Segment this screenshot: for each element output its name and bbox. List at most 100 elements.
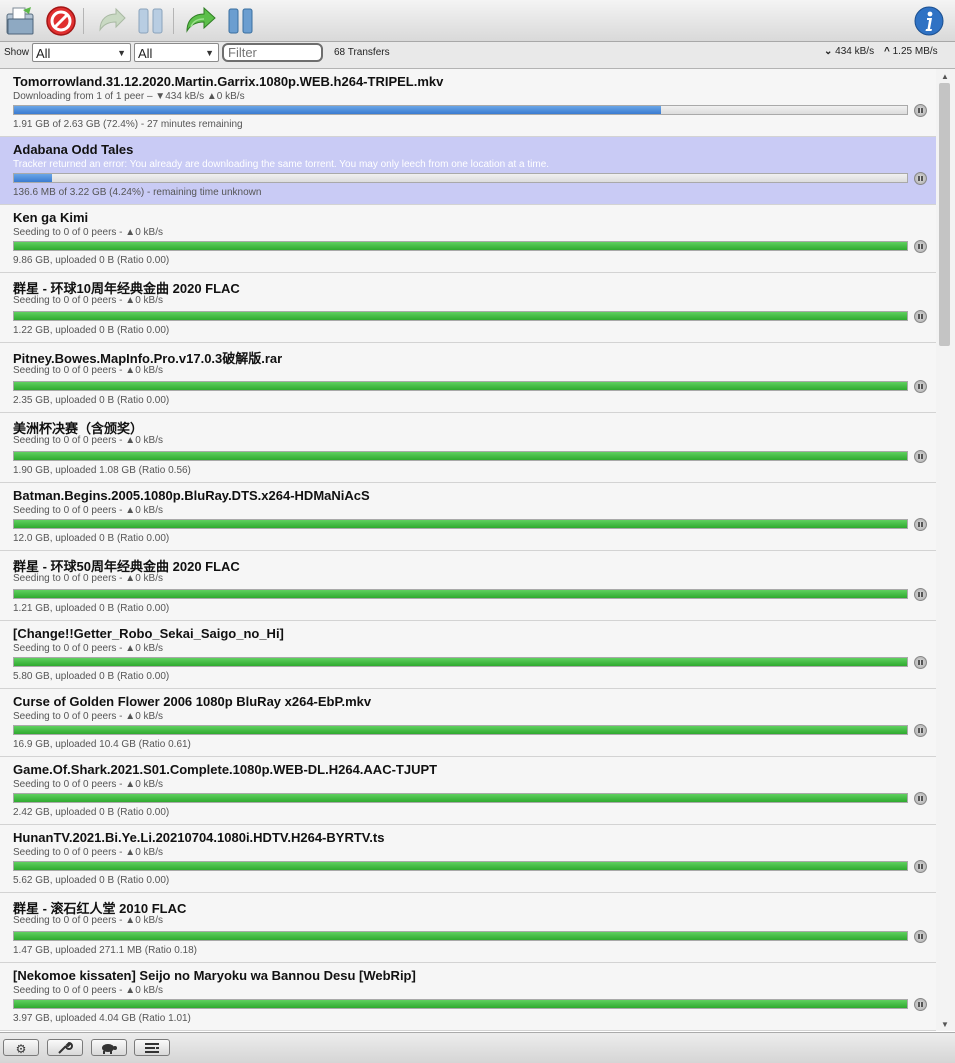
- torrent-row[interactable]: Batman.Begins.2005.1080p.BluRay.DTS.x264…: [0, 483, 936, 551]
- list-scrollbar[interactable]: ▲ ▼: [936, 69, 955, 1031]
- chevron-down-icon: ▼: [205, 48, 214, 58]
- status-filter-select[interactable]: All ▼: [32, 43, 131, 62]
- pause-all-button[interactable]: [224, 4, 258, 38]
- toolbar-separator: [173, 8, 174, 34]
- torrent-progress-text: 2.42 GB, uploaded 0 B (Ratio 0.00): [13, 807, 170, 818]
- torrent-progress-text: 5.62 GB, uploaded 0 B (Ratio 0.00): [13, 875, 170, 886]
- torrent-row[interactable]: 群星 - 环球10周年经典金曲 2020 FLAC Seeding to 0 of…: [0, 273, 936, 343]
- pause-torrent-icon[interactable]: [914, 588, 927, 601]
- torrent-name: Game.Of.Shark.2021.S01.Complete.1080p.WE…: [13, 762, 438, 777]
- download-speed: ⌄ 434 kB/s: [824, 46, 874, 57]
- torrent-row[interactable]: Tomorrowland.31.12.2020.Martin.Garrix.10…: [0, 69, 936, 137]
- torrent-list: Tomorrowland.31.12.2020.Martin.Garrix.10…: [0, 69, 936, 1031]
- bottom-bar: ⚙: [0, 1032, 955, 1063]
- torrent-peers-status: Seeding to 0 of 0 peers - ▲0 kB/s: [13, 915, 163, 926]
- show-label: Show: [4, 47, 30, 58]
- torrent-peers-status: Seeding to 0 of 0 peers - ▲0 kB/s: [13, 435, 163, 446]
- progress-fill: [14, 382, 907, 390]
- torrent-peers-status: Tracker returned an error: You already a…: [13, 159, 550, 170]
- torrent-progress-text: 9.86 GB, uploaded 0 B (Ratio 0.00): [13, 255, 170, 266]
- pause-torrent-icon[interactable]: [914, 724, 927, 737]
- progress-fill: [14, 794, 907, 802]
- open-torrent-button[interactable]: [4, 4, 38, 38]
- pause-torrent-icon[interactable]: [914, 104, 927, 117]
- pause-selected-icon: [138, 8, 163, 34]
- pause-torrent-icon[interactable]: [914, 930, 927, 943]
- pause-torrent-icon[interactable]: [914, 860, 927, 873]
- torrent-name: HunanTV.2021.Bi.Ye.Li.20210704.1080i.HDT…: [13, 830, 385, 845]
- pause-torrent-icon[interactable]: [914, 518, 927, 531]
- toolbar: [0, 0, 955, 42]
- settings-gear-icon: ⚙: [15, 1042, 27, 1056]
- torrent-peers-status: Seeding to 0 of 0 peers - ▲0 kB/s: [13, 847, 163, 858]
- torrent-row[interactable]: Curse of Golden Flower 2006 1080p BluRay…: [0, 689, 936, 757]
- torrent-peers-status: Seeding to 0 of 0 peers - ▲0 kB/s: [13, 295, 163, 306]
- settings-button[interactable]: ⚙: [3, 1039, 39, 1056]
- torrent-name: Tomorrowland.31.12.2020.Martin.Garrix.10…: [13, 74, 444, 89]
- remove-torrent-button[interactable]: [44, 4, 78, 38]
- torrent-name: [Nekomoe kissaten] Seijo no Maryoku wa B…: [13, 968, 416, 983]
- open-torrent-icon: [6, 7, 34, 35]
- pause-torrent-icon[interactable]: [914, 998, 927, 1011]
- compact-view-icon: [145, 1043, 159, 1053]
- torrent-progress-text: 16.9 GB, uploaded 10.4 GB (Ratio 0.61): [13, 739, 191, 750]
- upload-speed: ^ 1.25 MB/s: [884, 46, 938, 57]
- torrent-progress-text: 1.47 GB, uploaded 271.1 MB (Ratio 0.18): [13, 945, 198, 956]
- progress-fill: [14, 452, 907, 460]
- torrent-progress-text: 1.22 GB, uploaded 0 B (Ratio 0.00): [13, 325, 170, 336]
- compact-view-button[interactable]: [134, 1039, 170, 1056]
- torrent-row[interactable]: HunanTV.2021.Bi.Ye.Li.20210704.1080i.HDT…: [0, 825, 936, 893]
- download-arrow-icon: ⌄: [824, 46, 833, 57]
- inspector-button[interactable]: [912, 4, 946, 38]
- torrent-row[interactable]: 群星 - 环球50周年经典金曲 2020 FLAC Seeding to 0 of…: [0, 551, 936, 621]
- pause-selected-button[interactable]: [134, 4, 168, 38]
- progress-fill: [14, 658, 907, 666]
- torrent-row[interactable]: 美洲杯决赛（含颁奖） Seeding to 0 of 0 peers - ▲0 k…: [0, 413, 936, 483]
- filter-input[interactable]: [222, 43, 323, 62]
- pause-torrent-icon[interactable]: [914, 310, 927, 323]
- torrent-progress-text: 3.97 GB, uploaded 4.04 GB (Ratio 1.01): [13, 1013, 191, 1024]
- torrent-progress-bar: [13, 861, 908, 871]
- progress-fill: [14, 932, 907, 940]
- pause-torrent-icon[interactable]: [914, 450, 927, 463]
- toolbar-separator: [83, 8, 84, 34]
- torrent-row[interactable]: [Nekomoe kissaten] Seijo no Maryoku wa B…: [0, 963, 936, 1031]
- pause-torrent-icon[interactable]: [914, 240, 927, 253]
- transfers-count: 68 Transfers: [334, 47, 390, 58]
- resume-all-icon: [186, 6, 216, 33]
- tracker-filter-select[interactable]: All ▼: [134, 43, 219, 62]
- torrent-row[interactable]: Adabana Odd Tales Tracker returned an err…: [0, 137, 936, 205]
- scrollbar-thumb[interactable]: [939, 83, 950, 346]
- turtle-mode-button[interactable]: [91, 1039, 127, 1056]
- torrent-progress-text: 2.35 GB, uploaded 0 B (Ratio 0.00): [13, 395, 170, 406]
- scroll-up-icon[interactable]: ▲: [941, 72, 949, 81]
- torrent-peers-status: Seeding to 0 of 0 peers - ▲0 kB/s: [13, 365, 163, 376]
- pause-torrent-icon[interactable]: [914, 656, 927, 669]
- status-filter-value: All: [36, 46, 51, 61]
- torrent-progress-bar: [13, 105, 908, 115]
- torrent-row[interactable]: Ken ga Kimi Seeding to 0 of 0 peers - ▲0 …: [0, 205, 936, 273]
- pause-torrent-icon[interactable]: [914, 792, 927, 805]
- scroll-down-icon[interactable]: ▼: [941, 1020, 949, 1029]
- pause-torrent-icon[interactable]: [914, 172, 927, 185]
- torrent-row[interactable]: Pitney.Bowes.MapInfo.Pro.v17.0.3破解版.rar S…: [0, 343, 936, 413]
- torrent-peers-status: Seeding to 0 of 0 peers - ▲0 kB/s: [13, 227, 163, 238]
- torrent-row[interactable]: Game.Of.Shark.2021.S01.Complete.1080p.WE…: [0, 757, 936, 825]
- torrent-progress-bar: [13, 793, 908, 803]
- torrent-progress-bar: [13, 931, 908, 941]
- torrent-progress-text: 12.0 GB, uploaded 0 B (Ratio 0.00): [13, 533, 170, 544]
- resume-selected-button[interactable]: [94, 4, 128, 38]
- torrent-name: Ken ga Kimi: [13, 210, 89, 225]
- torrent-progress-bar: [13, 657, 908, 667]
- preferences-button[interactable]: [47, 1039, 83, 1056]
- pause-torrent-icon[interactable]: [914, 380, 927, 393]
- torrent-name: [Change!!Getter_Robo_Sekai_Saigo_no_Hi]: [13, 626, 284, 641]
- torrent-peers-status: Seeding to 0 of 0 peers - ▲0 kB/s: [13, 505, 163, 516]
- progress-fill: [14, 590, 907, 598]
- resume-all-button[interactable]: [183, 4, 217, 38]
- torrent-row[interactable]: [Change!!Getter_Robo_Sekai_Saigo_no_Hi] S…: [0, 621, 936, 689]
- torrent-progress-bar: [13, 999, 908, 1009]
- torrent-row[interactable]: 群星 - 滚石红人堂 2010 FLAC Seeding to 0 of 0 pe…: [0, 893, 936, 963]
- torrent-progress-bar: [13, 173, 908, 183]
- tracker-filter-value: All: [138, 46, 153, 61]
